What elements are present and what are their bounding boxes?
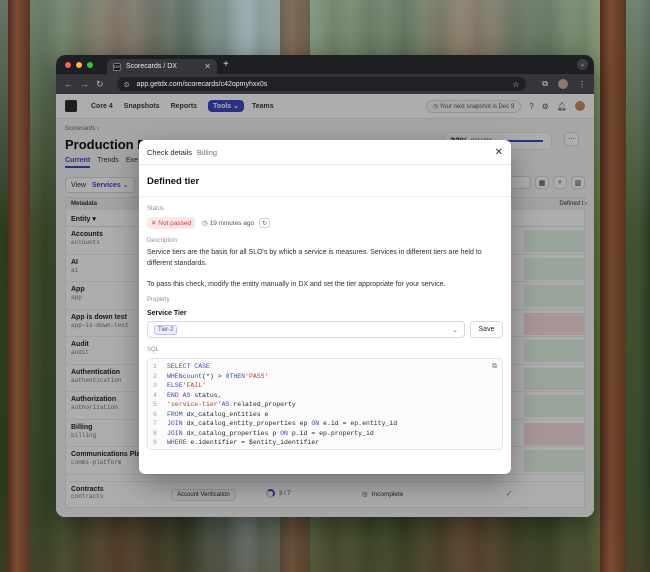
code-line: 8 JOIN dx_catalog_properties p ON p.id =… xyxy=(153,429,374,437)
status-badge-text: Not passed xyxy=(158,220,192,227)
tab-search-icon[interactable]: ⌄ xyxy=(577,59,588,70)
chevron-down-icon: ⌄ xyxy=(452,326,458,334)
service-tier-row: Tier-2 ⌄ Save xyxy=(147,321,503,338)
address-bar[interactable]: ⚙ app.getdx.com/scorecards/c42opmyhxx0s … xyxy=(116,77,527,91)
code-line: 7 JOIN dx_catalog_entity_properties ep O… xyxy=(153,420,398,427)
extensions-icon[interactable]: ⧉ xyxy=(542,79,548,89)
tree-trunk xyxy=(8,0,30,572)
tab-title: Scorecards / DX xyxy=(126,63,177,70)
dx-favicon-icon: DX xyxy=(113,62,121,71)
status-time-text: 19 minutes ago xyxy=(209,220,255,227)
service-tier-label: Service Tier xyxy=(147,310,187,317)
tab-bar: DX Scorecards / DX ✕ + ⌄ xyxy=(56,55,594,74)
code-line: 9 WHERE e.identifier = $entity_identifier xyxy=(153,439,320,446)
modal-header: Check details Billing ✕ xyxy=(139,140,511,165)
instructions-text: To pass this check, modify the entity ma… xyxy=(147,281,446,288)
refresh-icon[interactable]: ↻ xyxy=(259,218,271,228)
code-line: 3 ELSE 'FAIL' xyxy=(153,382,207,389)
status-label: Status xyxy=(147,206,165,212)
code-line: 5 'service-tier' AS related_property xyxy=(153,401,296,408)
code-line: 6 FROM dx_catalog_entities e xyxy=(153,410,269,418)
code-line: 4 END AS status, xyxy=(153,391,222,399)
code-line: 1 SELECT CASE xyxy=(153,363,210,370)
sql-label: SQL xyxy=(147,347,160,353)
property-label: Property xyxy=(147,297,170,303)
divider xyxy=(139,196,511,197)
save-button[interactable]: Save xyxy=(470,321,503,338)
modal-body: Defined tier Status ✕ Not passed ◷ 19 mi… xyxy=(139,165,511,460)
code-line: 2 WHEN count (*) > 0 THEN 'PASS' xyxy=(153,372,269,380)
forward-icon[interactable]: → xyxy=(80,79,89,89)
browser-tab[interactable]: DX Scorecards / DX ✕ xyxy=(107,59,217,74)
reload-icon[interactable]: ↻ xyxy=(96,79,104,90)
close-icon[interactable]: ✕ xyxy=(495,147,503,158)
url-text: app.getdx.com/scorecards/c42opmyhxx0s xyxy=(136,80,268,88)
status-row: ✕ Not passed ◷ 19 minutes ago ↻ xyxy=(147,217,503,229)
service-tier-select[interactable]: Tier-2 ⌄ xyxy=(147,321,465,338)
tree-trunk xyxy=(600,0,626,572)
check-heading: Defined tier xyxy=(147,176,200,187)
new-tab-icon[interactable]: + xyxy=(223,59,229,70)
status-badge: ✕ Not passed xyxy=(147,217,196,229)
close-window-button[interactable] xyxy=(65,61,71,68)
site-settings-icon[interactable]: ⚙ xyxy=(124,81,131,89)
check-details-modal: Check details Billing ✕ Defined tier Sta… xyxy=(139,140,511,474)
modal-title: Check details xyxy=(147,147,193,157)
close-tab-icon[interactable]: ✕ xyxy=(204,62,211,71)
bookmark-star-icon[interactable]: ☆ xyxy=(512,80,519,89)
back-icon[interactable]: ← xyxy=(64,79,73,89)
maximize-window-button[interactable] xyxy=(87,61,93,68)
browser-menu-icon[interactable]: ⋮ xyxy=(578,80,586,89)
minimize-window-button[interactable] xyxy=(76,61,82,68)
description-text: Service tiers are the basis for all SLO'… xyxy=(147,249,482,267)
profile-avatar[interactable] xyxy=(558,79,568,89)
sql-code-block[interactable]: ⧉ 1 SELECT CASE 2 WHEN count (*) > 0 THEN … xyxy=(147,358,503,450)
browser-toolbar: ← → ↻ ⚙ app.getdx.com/scorecards/c42opmy… xyxy=(56,74,594,94)
modal-subtitle: Billing xyxy=(197,147,218,157)
description-label: Description xyxy=(147,238,178,244)
copy-icon[interactable]: ⧉ xyxy=(492,363,497,371)
tier-chip: Tier-2 xyxy=(154,324,178,335)
status-time: ◷ 19 minutes ago xyxy=(202,220,255,227)
